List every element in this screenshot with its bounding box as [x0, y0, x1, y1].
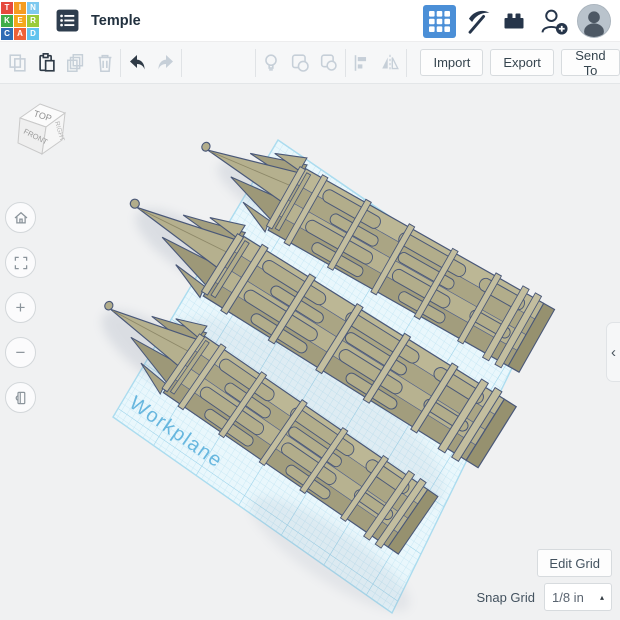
edit-grid-button[interactable]: Edit Grid	[537, 549, 612, 577]
logo-tile: I	[14, 1, 26, 14]
send-to-button[interactable]: Send To	[560, 48, 620, 78]
brick-icon	[504, 13, 524, 29]
edit-toolbar: Import Export Send To	[0, 42, 620, 84]
logo-tile: T	[1, 1, 13, 14]
scene-svg: Workplane	[79, 109, 561, 615]
zoom-out-button[interactable]: −	[5, 337, 36, 368]
mirror-icon	[382, 54, 399, 71]
app-header: T I N K E R C A D Temple	[0, 0, 620, 42]
zoom-out-glyph: −	[15, 343, 26, 362]
logo-tile: D	[27, 27, 39, 40]
snap-grid-label: Snap Grid	[476, 589, 535, 605]
import-button[interactable]: Import	[420, 49, 484, 76]
logo-tile: K	[1, 14, 13, 27]
zoom-in-glyph: +	[15, 298, 26, 317]
toolbar-separator	[344, 48, 346, 77]
align-button[interactable]	[347, 47, 376, 78]
shapes-panel-toggle[interactable]: ‹	[606, 322, 620, 382]
io-buttons: Import Export Send To	[420, 48, 620, 78]
view-controls: + −	[5, 202, 36, 427]
logo-tile: A	[14, 27, 26, 40]
blocks-grid-icon	[429, 10, 450, 32]
toolbar-separator	[405, 48, 407, 77]
view-cube[interactable]: TOP FRONT RIGHT	[10, 100, 72, 167]
group-icon	[292, 53, 310, 72]
delete-button[interactable]	[91, 47, 120, 78]
zoom-in-button[interactable]: +	[5, 292, 36, 323]
fit-view-button[interactable]	[5, 247, 36, 278]
fit-view-icon	[14, 256, 27, 269]
logo-tile: E	[14, 14, 26, 27]
redo-button[interactable]	[151, 47, 180, 78]
user-avatar[interactable]	[577, 4, 611, 38]
minecraft-export-button[interactable]	[463, 5, 493, 38]
view-mode-button[interactable]	[5, 382, 36, 413]
properties-menu-button[interactable]	[55, 8, 80, 33]
avatar-silhouette-icon	[578, 5, 610, 37]
blocks-view-button[interactable]	[423, 4, 456, 38]
brick-export-button[interactable]	[500, 5, 528, 38]
redo-icon	[158, 54, 173, 69]
home-icon	[14, 211, 27, 224]
group-button[interactable]	[286, 47, 315, 78]
view-cube-icon: TOP FRONT RIGHT	[17, 103, 67, 156]
export-button[interactable]: Export	[490, 49, 554, 76]
mirror-button[interactable]	[376, 47, 405, 78]
tinkercad-logo[interactable]: T I N K E R C A D	[0, 1, 39, 40]
chevron-left-icon: ‹	[611, 343, 616, 361]
duplicate-icon	[67, 53, 84, 72]
design-title[interactable]: Temple	[91, 13, 141, 29]
home-view-button[interactable]	[5, 202, 36, 233]
undo-icon	[129, 54, 145, 69]
perspective-view-icon	[15, 391, 25, 404]
add-person-icon	[541, 9, 568, 35]
logo-tile: R	[27, 14, 39, 27]
dropdown-caret-icon: ▴	[599, 592, 604, 602]
ungroup-icon	[321, 53, 338, 71]
snap-grid-dropdown[interactable]: 1/8 in ▴	[544, 583, 612, 611]
minecraft-pickaxe-icon	[468, 10, 490, 34]
lightbulb-icon	[265, 53, 278, 71]
toolbar-separator	[120, 48, 122, 77]
snap-grid-control: Snap Grid 1/8 in ▴	[476, 583, 612, 611]
snap-grid-value: 1/8 in	[552, 589, 584, 605]
copy-button[interactable]	[4, 47, 33, 78]
toolbar-separator	[255, 48, 256, 77]
copy-icon	[9, 53, 26, 72]
paste-button[interactable]	[33, 47, 62, 78]
ungroup-button[interactable]	[315, 47, 344, 78]
toolbar-separator	[181, 48, 183, 77]
logo-tile: N	[27, 1, 39, 14]
paste-icon	[39, 52, 55, 72]
temple-3d-model[interactable]	[79, 109, 561, 559]
logo-tile: C	[1, 27, 13, 40]
3d-viewport[interactable]: Workplane TOP FRONT RIGHT + − ‹ Edit Gri…	[0, 84, 620, 620]
list-menu-icon	[56, 9, 79, 32]
undo-button[interactable]	[122, 47, 151, 78]
share-button[interactable]	[539, 5, 570, 38]
align-icon	[354, 54, 367, 71]
duplicate-button[interactable]	[62, 47, 91, 78]
trash-icon	[98, 54, 112, 72]
show-all-button[interactable]	[257, 47, 286, 78]
